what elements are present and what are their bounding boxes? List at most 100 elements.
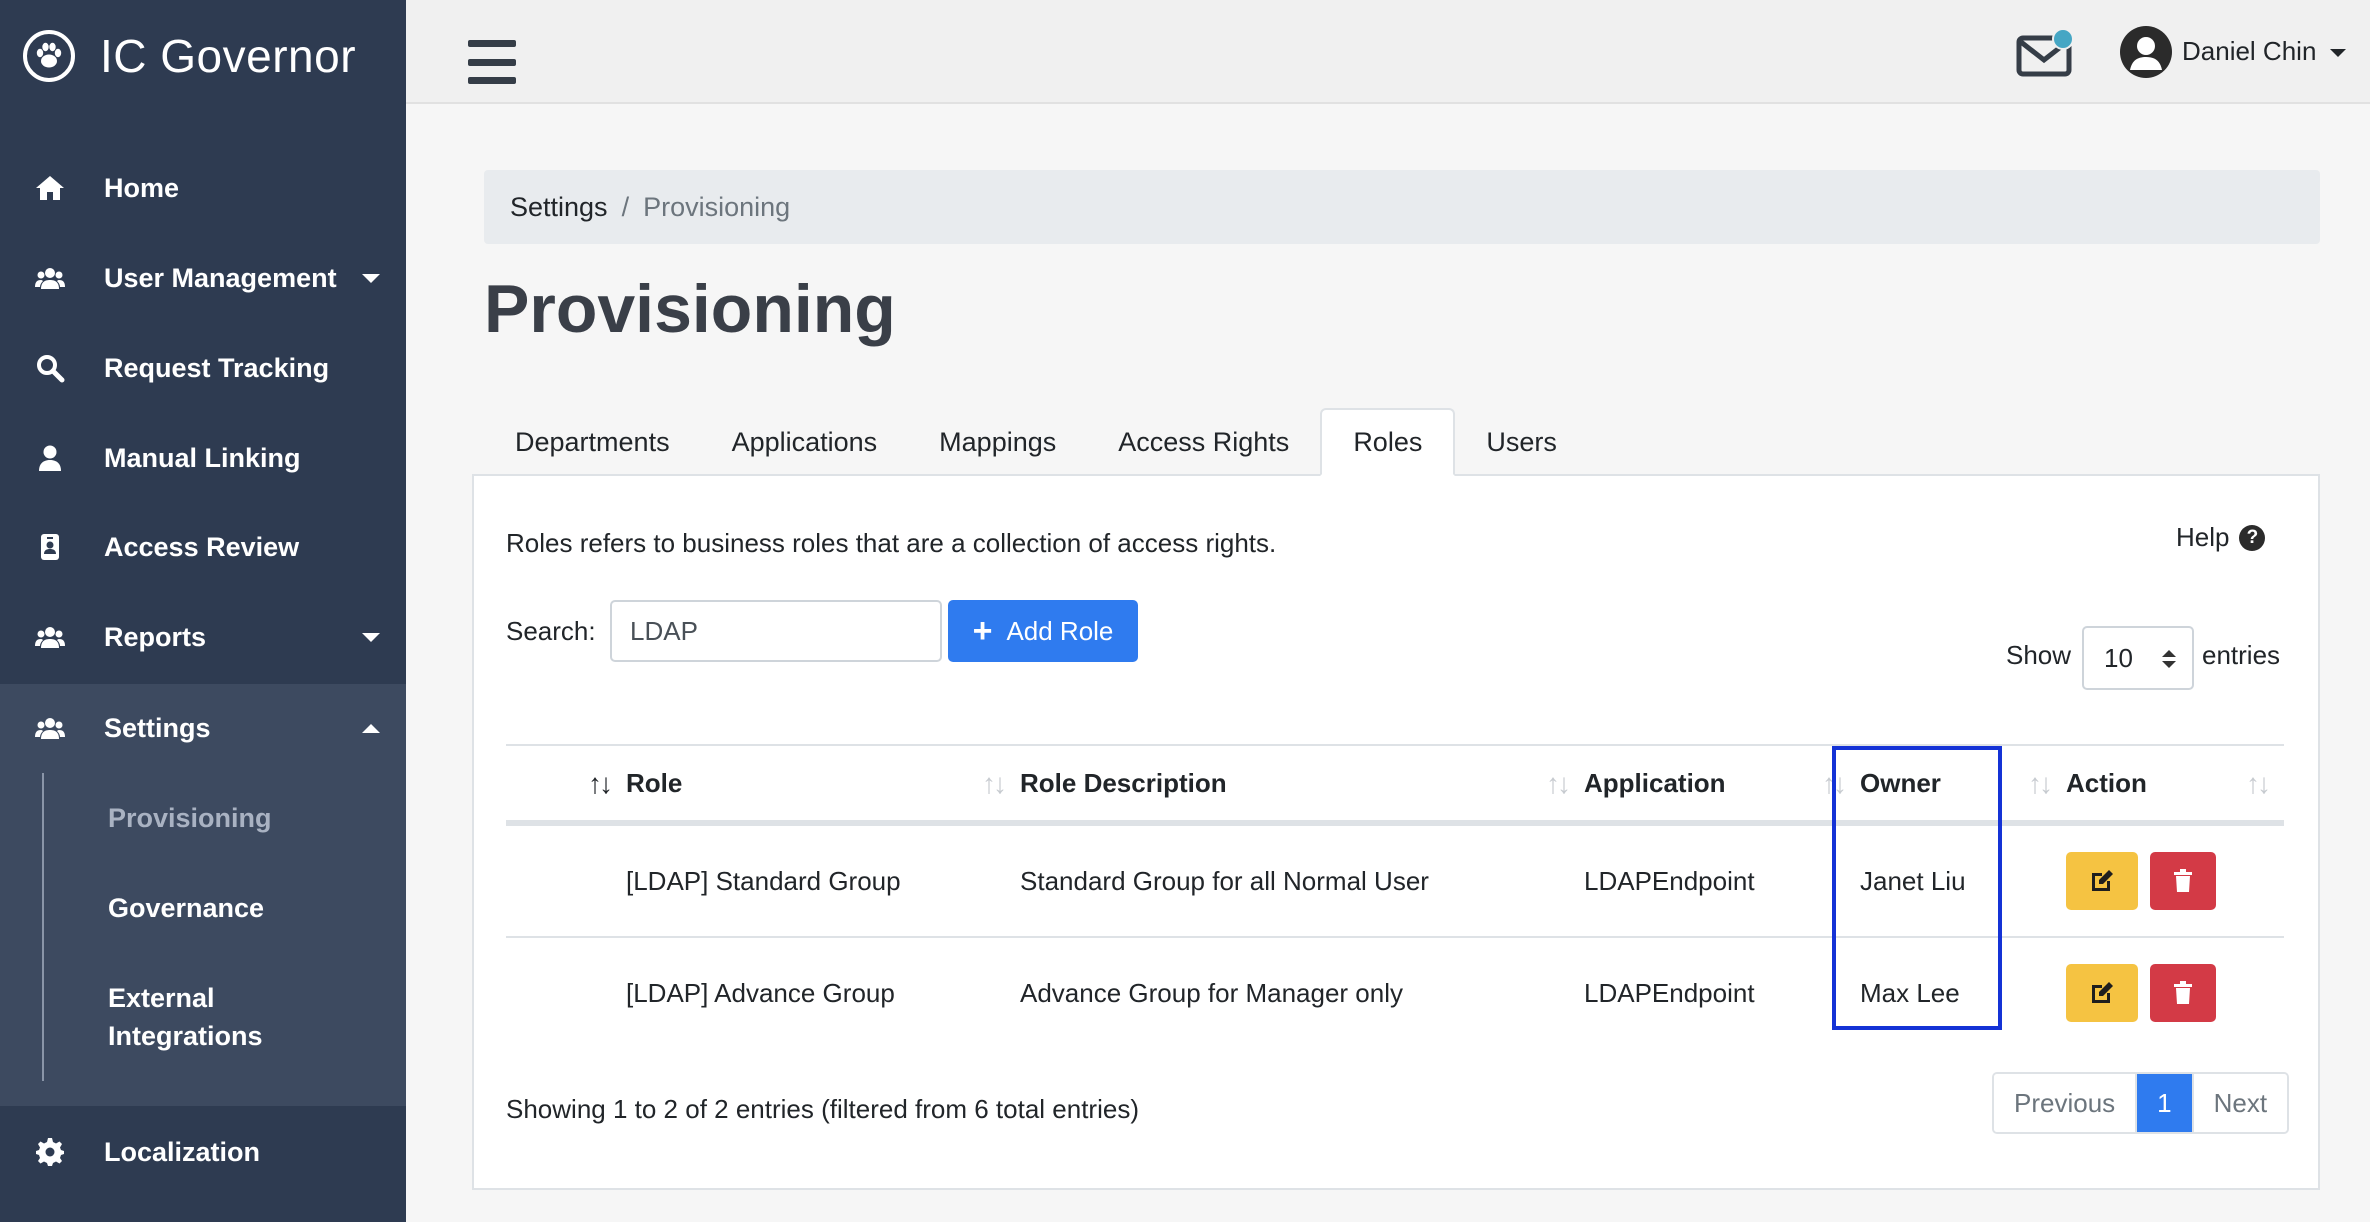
table-row: [LDAP] Advance Group Advance Group for M… bbox=[506, 937, 2284, 1048]
sort-icon[interactable]: ↑↓ bbox=[982, 768, 1007, 800]
brand[interactable]: IC Governor bbox=[22, 26, 356, 86]
tab-users[interactable]: Users bbox=[1455, 408, 1588, 476]
brand-name: IC Governor bbox=[100, 30, 357, 82]
entries-per-page-select[interactable]: 10 bbox=[2082, 626, 2194, 690]
sidebar-item-reports[interactable]: Reports bbox=[0, 593, 406, 681]
cell-owner: Janet Liu bbox=[1860, 823, 2066, 938]
sidebar-item-label: User Management bbox=[104, 262, 337, 293]
user-name[interactable]: Daniel Chin bbox=[2182, 36, 2316, 67]
column-header-role[interactable]: Role ↑↓ bbox=[626, 744, 1020, 826]
cell-role: [LDAP] Advance Group bbox=[626, 977, 895, 1008]
trash-icon bbox=[2174, 981, 2192, 1004]
sort-icon[interactable]: ↑↓ bbox=[1822, 768, 1847, 800]
cell-description: Advance Group for Manager only bbox=[1020, 977, 1403, 1008]
sidebar-item-label: Request Tracking bbox=[104, 352, 330, 383]
roles-panel: Roles refers to business roles that are … bbox=[472, 474, 2320, 1190]
table-info: Showing 1 to 2 of 2 entries (filtered fr… bbox=[506, 1094, 1139, 1124]
column-header-role-description[interactable]: Role Description ↑↓ bbox=[1020, 744, 1584, 826]
avatar[interactable] bbox=[2120, 26, 2172, 78]
gear-icon bbox=[32, 1134, 68, 1170]
edit-button[interactable] bbox=[2066, 964, 2138, 1022]
roles-table: ↑↓ Role ↑↓ Role Description ↑↓ Application… bbox=[506, 744, 2284, 1048]
sort-icon[interactable]: ↑↓ bbox=[2028, 768, 2053, 800]
add-role-label: Add Role bbox=[1006, 615, 1114, 646]
hamburger-menu-icon[interactable] bbox=[468, 40, 516, 84]
sort-icon[interactable]: ↑↓ bbox=[1546, 768, 1571, 800]
delete-button[interactable] bbox=[2150, 964, 2216, 1022]
sort-icon[interactable]: ↑↓ bbox=[2246, 768, 2271, 800]
tab-bar: Departments Applications Mappings Access… bbox=[484, 408, 1588, 476]
sidebar-item-label: Reports bbox=[104, 621, 207, 652]
edit-icon bbox=[2092, 982, 2113, 1003]
select-arrows-icon bbox=[2162, 650, 2176, 668]
page-1-button[interactable]: 1 bbox=[2137, 1074, 2192, 1132]
sidebar-item-label: Manual Linking bbox=[104, 442, 301, 473]
sidebar: IC Governor Home User Management Request… bbox=[0, 0, 406, 1222]
sidebar-item-label: Settings bbox=[104, 712, 211, 743]
sort-icon[interactable]: ↑↓ bbox=[588, 768, 613, 800]
sidebar-item-settings[interactable]: Settings bbox=[0, 684, 406, 772]
page-title: Provisioning bbox=[484, 271, 896, 347]
edit-button[interactable] bbox=[2066, 852, 2138, 910]
user-icon bbox=[32, 440, 68, 476]
users-icon bbox=[32, 260, 68, 296]
chevron-down-icon bbox=[362, 632, 380, 642]
delete-button[interactable] bbox=[2150, 852, 2216, 910]
plus-icon: + bbox=[972, 612, 993, 650]
tab-departments[interactable]: Departments bbox=[484, 408, 701, 476]
submenu-divider bbox=[42, 773, 44, 1081]
column-header-action[interactable]: Action ↑↓ bbox=[2066, 744, 2284, 826]
sidebar-item-access-review[interactable]: Access Review bbox=[0, 503, 406, 591]
trash-icon bbox=[2174, 869, 2192, 892]
search-icon bbox=[32, 350, 68, 386]
users-icon bbox=[32, 710, 68, 746]
table-row: [LDAP] Standard Group Standard Group for… bbox=[506, 823, 2284, 938]
sidebar-subitem-external-integrations[interactable]: External Integrations bbox=[108, 979, 308, 1055]
add-role-button[interactable]: + Add Role bbox=[948, 600, 1138, 662]
table-header-row: ↑↓ Role ↑↓ Role Description ↑↓ Application… bbox=[506, 744, 2284, 826]
help-label: Help bbox=[2176, 522, 2230, 552]
cell-description: Standard Group for all Normal User bbox=[1020, 823, 1584, 938]
previous-page-button[interactable]: Previous bbox=[1994, 1074, 2138, 1132]
notification-dot bbox=[2052, 28, 2074, 50]
cell-application: LDAPEndpoint bbox=[1584, 977, 1755, 1008]
column-header-index[interactable]: ↑↓ bbox=[506, 744, 626, 826]
search-input[interactable] bbox=[610, 600, 942, 662]
topbar: Daniel Chin bbox=[406, 0, 2370, 104]
tab-applications[interactable]: Applications bbox=[701, 408, 909, 476]
breadcrumb: Settings / Provisioning bbox=[484, 170, 2320, 244]
question-circle-icon: ? bbox=[2239, 524, 2266, 551]
tab-access-rights[interactable]: Access Rights bbox=[1087, 408, 1320, 476]
next-page-button[interactable]: Next bbox=[2191, 1074, 2288, 1132]
sidebar-subitem-governance[interactable]: Governance bbox=[108, 889, 264, 927]
sidebar-subitem-provisioning[interactable]: Provisioning bbox=[108, 799, 272, 837]
sidebar-item-localization[interactable]: Localization bbox=[0, 1108, 406, 1196]
edit-icon bbox=[2092, 870, 2113, 891]
search-label: Search: bbox=[506, 616, 596, 646]
sidebar-item-request-tracking[interactable]: Request Tracking bbox=[0, 324, 406, 412]
breadcrumb-current: Provisioning bbox=[643, 191, 791, 222]
tab-roles[interactable]: Roles bbox=[1320, 408, 1456, 476]
users-icon bbox=[32, 619, 68, 655]
tab-mappings[interactable]: Mappings bbox=[908, 408, 1087, 476]
id-badge-icon bbox=[32, 529, 68, 565]
help-link[interactable]: Help ? bbox=[2176, 522, 2266, 553]
cell-application: LDAPEndpoint bbox=[1584, 823, 1860, 938]
sidebar-item-label: Access Review bbox=[104, 531, 300, 562]
panel-description: Roles refers to business roles that are … bbox=[506, 528, 1277, 558]
pagination: Previous 1 Next bbox=[1992, 1072, 2290, 1134]
chevron-up-icon bbox=[362, 723, 380, 733]
breadcrumb-separator: / bbox=[621, 191, 630, 222]
sidebar-item-home[interactable]: Home bbox=[0, 144, 406, 232]
show-label: Show bbox=[2006, 640, 2072, 670]
column-header-application[interactable]: Application ↑↓ bbox=[1584, 744, 1860, 826]
sidebar-item-label: Home bbox=[104, 172, 180, 203]
sidebar-item-manual-linking[interactable]: Manual Linking bbox=[0, 414, 406, 502]
sidebar-item-user-management[interactable]: User Management bbox=[0, 234, 406, 322]
home-icon bbox=[32, 170, 68, 206]
sidebar-item-label: Localization bbox=[104, 1136, 261, 1167]
cell-role: [LDAP] Standard Group bbox=[626, 823, 1020, 938]
breadcrumb-parent[interactable]: Settings bbox=[510, 192, 608, 223]
column-header-owner[interactable]: Owner ↑↓ bbox=[1860, 744, 2066, 826]
chevron-down-icon[interactable] bbox=[2330, 49, 2346, 57]
